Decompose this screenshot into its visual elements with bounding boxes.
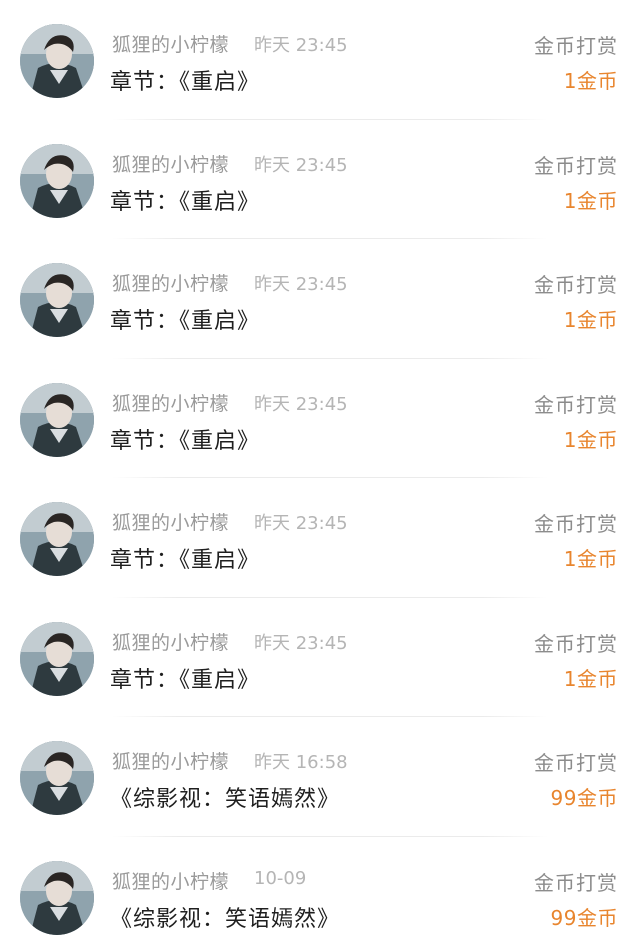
- reward-record-list: 狐狸的小柠檬 昨天 23:45 章节：《重启》 金币打赏 1金币 狐狸的小柠檬 …: [0, 0, 640, 952]
- reward-time: 昨天 23:45: [254, 393, 348, 415]
- reward-target-title: 《综影视：笑语嫣然》: [110, 906, 341, 932]
- reward-target-title: 章节：《重启》: [110, 189, 261, 215]
- username[interactable]: 狐狸的小柠檬: [112, 269, 229, 296]
- user-avatar[interactable]: [20, 143, 94, 218]
- reward-record-row[interactable]: 狐狸的小柠檬 10-09 《综影视：笑语嫣然》 金币打赏 99金币: [0, 837, 640, 952]
- reward-type: 金币打赏: [534, 512, 618, 536]
- avatar-photo-icon: [20, 502, 94, 576]
- username[interactable]: 狐狸的小柠檬: [112, 389, 229, 416]
- reward-type: 金币打赏: [534, 153, 618, 178]
- user-avatar[interactable]: [20, 741, 94, 815]
- reward-time: 昨天 23:45: [254, 154, 348, 176]
- username[interactable]: 狐狸的小柠檬: [112, 30, 229, 57]
- reward-time: 10-09: [254, 867, 307, 889]
- username[interactable]: 狐狸的小柠檬: [112, 150, 229, 177]
- avatar-photo-icon: [20, 263, 94, 337]
- avatar-photo-icon: [20, 741, 94, 815]
- user-avatar[interactable]: [20, 263, 94, 337]
- reward-target-title: 章节：《重启》: [110, 309, 261, 334]
- reward-record-row[interactable]: 狐狸的小柠檬 昨天 23:45 章节：《重启》 金币打赏 1金币: [0, 359, 640, 478]
- reward-time: 昨天 23:45: [254, 632, 348, 654]
- reward-record-row[interactable]: 狐狸的小柠檬 昨天 23:45 章节：《重启》 金币打赏 1金币: [0, 120, 640, 239]
- username[interactable]: 狐狸的小柠檬: [112, 508, 229, 535]
- reward-amount: 1金币: [563, 427, 618, 452]
- reward-record-row[interactable]: 狐狸的小柠檬 昨天 16:58 《综影视：笑语嫣然》 金币打赏 99金币: [0, 717, 640, 837]
- reward-record-row[interactable]: 狐狸的小柠檬 昨天 23:45 章节：《重启》 金币打赏 1金币: [0, 598, 640, 717]
- user-avatar[interactable]: [20, 382, 94, 457]
- reward-time: 昨天 23:45: [254, 513, 348, 534]
- username[interactable]: 狐狸的小柠檬: [112, 867, 229, 894]
- reward-type: 金币打赏: [534, 273, 618, 297]
- reward-time: 昨天 23:45: [254, 35, 348, 56]
- username[interactable]: 狐狸的小柠檬: [112, 747, 229, 774]
- reward-type: 金币打赏: [534, 870, 618, 895]
- reward-amount: 1金币: [563, 308, 618, 332]
- avatar-photo-icon: [20, 143, 94, 218]
- reward-type: 金币打赏: [534, 34, 618, 58]
- avatar-photo-icon: [20, 621, 94, 696]
- reward-target-title: 章节：《重启》: [110, 428, 261, 454]
- user-avatar[interactable]: [20, 621, 94, 696]
- reward-amount: 1金币: [563, 188, 618, 213]
- reward-target-title: 章节：《重启》: [110, 70, 261, 95]
- avatar-photo-icon: [20, 382, 94, 457]
- user-avatar[interactable]: [20, 502, 94, 576]
- reward-record-row[interactable]: 狐狸的小柠檬 昨天 23:45 章节：《重启》 金币打赏 1金币: [0, 478, 640, 598]
- username[interactable]: 狐狸的小柠檬: [112, 628, 229, 655]
- reward-target-title: 《综影视：笑语嫣然》: [110, 787, 341, 812]
- reward-target-title: 章节：《重启》: [110, 667, 261, 693]
- reward-type: 金币打赏: [534, 631, 618, 656]
- reward-type: 金币打赏: [534, 751, 618, 775]
- reward-target-title: 章节：《重启》: [110, 548, 261, 573]
- reward-record-row[interactable]: 狐狸的小柠檬 昨天 23:45 章节：《重启》 金币打赏 1金币: [0, 0, 640, 120]
- avatar-photo-icon: [20, 860, 94, 935]
- reward-amount: 1金币: [563, 547, 618, 571]
- reward-amount: 99金币: [550, 786, 618, 810]
- reward-record-row[interactable]: 狐狸的小柠檬 昨天 23:45 章节：《重启》 金币打赏 1金币: [0, 239, 640, 359]
- user-avatar[interactable]: [20, 860, 94, 935]
- reward-amount: 1金币: [563, 666, 618, 691]
- reward-time: 昨天 23:45: [254, 274, 348, 295]
- user-avatar[interactable]: [20, 24, 94, 98]
- reward-amount: 1金币: [563, 69, 618, 93]
- reward-type: 金币打赏: [534, 392, 618, 417]
- avatar-photo-icon: [20, 24, 94, 98]
- reward-amount: 99金币: [550, 905, 618, 930]
- reward-time: 昨天 16:58: [254, 752, 348, 773]
